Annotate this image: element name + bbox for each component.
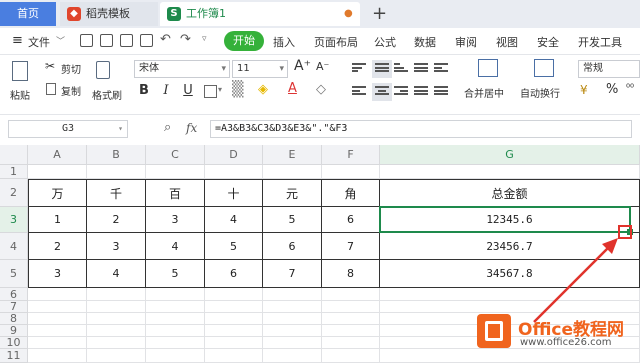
office-logo-icon: [477, 314, 511, 348]
logo-mark: [485, 321, 503, 341]
watermark-url: www.office26.com: [520, 337, 612, 348]
fill-handle-highlight: [618, 225, 632, 239]
annotation-arrow: [533, 243, 613, 323]
annotation-layer: [533, 225, 632, 323]
